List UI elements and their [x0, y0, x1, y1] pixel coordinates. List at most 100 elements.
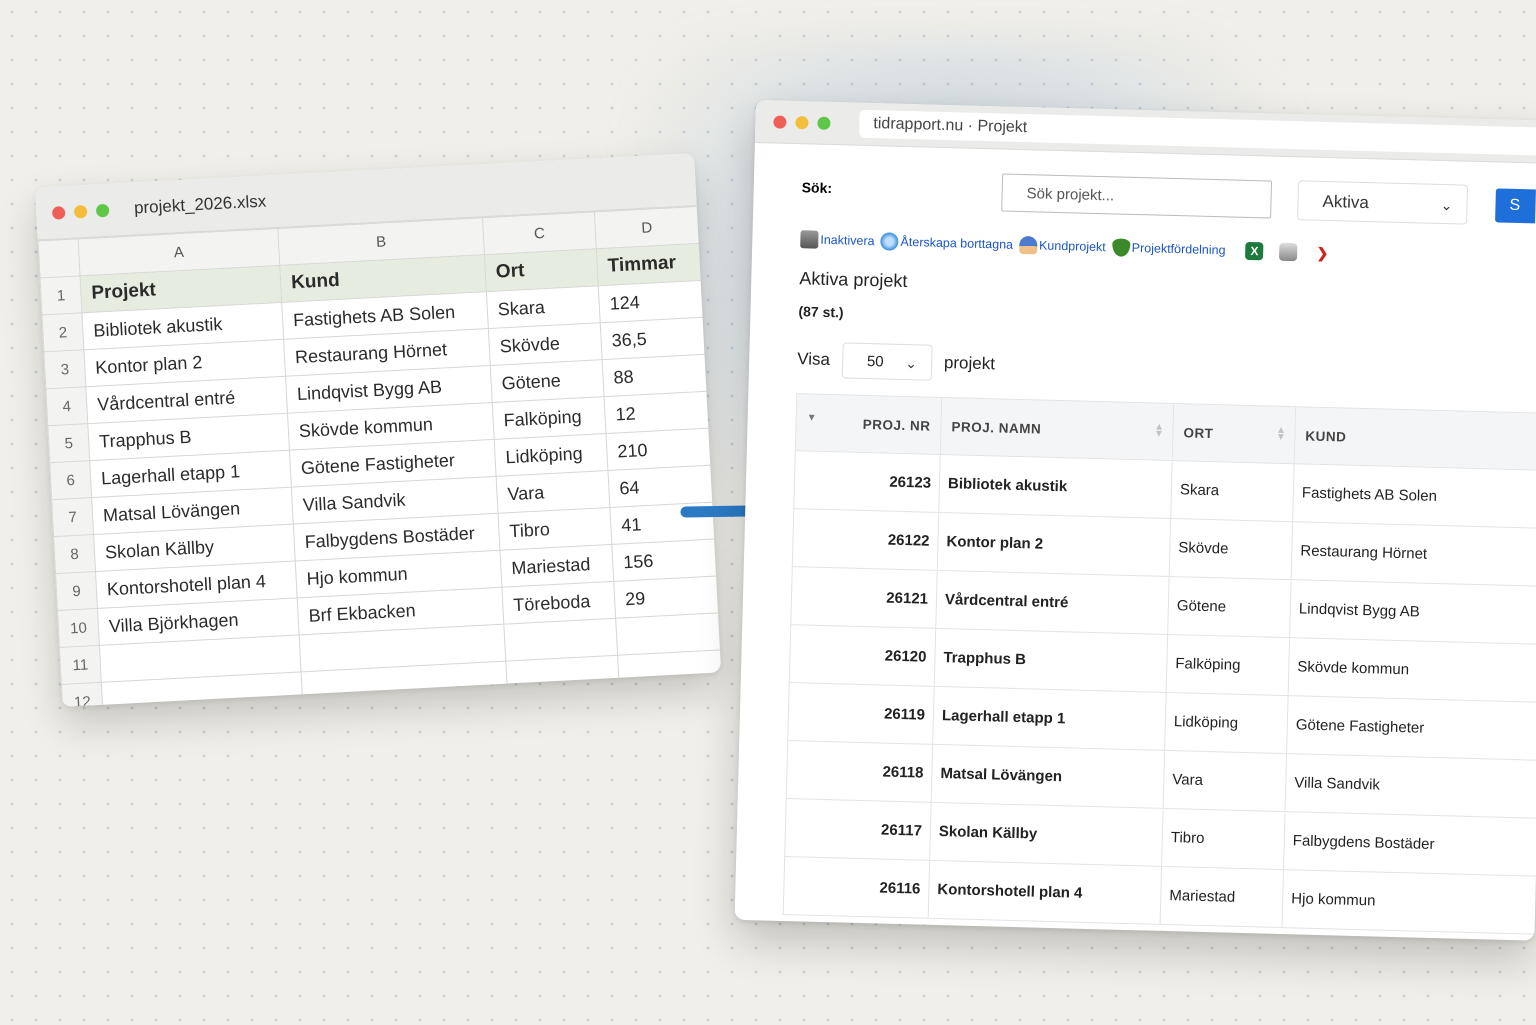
proj-namn-cell: Kontor plan 2: [937, 512, 1171, 577]
proj-namn-cell: Bibliotek akustik: [938, 454, 1173, 519]
proj-nr-cell: 26116: [783, 856, 930, 919]
column-header-proj-namn[interactable]: PROJ. NAMN ▲ ▼: [940, 397, 1174, 461]
spreadsheet-cell[interactable]: 12: [604, 391, 709, 434]
row-number[interactable]: 2: [42, 312, 84, 352]
inaktivera-link[interactable]: Inaktivera: [800, 230, 875, 250]
row-number[interactable]: 12: [61, 682, 104, 707]
action-toolbar: Inaktivera Återskapa borttagna Kundproje…: [800, 230, 1536, 268]
row-number[interactable]: 7: [51, 497, 94, 537]
column-header[interactable]: C: [482, 211, 597, 255]
row-number[interactable]: 6: [49, 460, 92, 500]
excel-icon[interactable]: X: [1245, 241, 1264, 261]
spreadsheet-cell[interactable]: [505, 655, 620, 699]
sort-desc-icon: ▼: [806, 412, 818, 424]
tool-label: Kundprojekt: [1038, 238, 1106, 255]
projektfordelning-link[interactable]: Projektfördelning: [1111, 238, 1226, 259]
row-number[interactable]: 4: [45, 386, 88, 426]
column-header-label: KUND: [1305, 427, 1347, 445]
browser-window: tidrapport.nu · Projekt Sök: Sök projekt…: [734, 100, 1536, 941]
search-label: Sök:: [801, 179, 833, 197]
kund-cell: Falbygdens Bostäder: [1283, 811, 1536, 877]
search-button[interactable]: S: [1495, 188, 1536, 224]
spreadsheet-cell[interactable]: 88: [602, 354, 707, 397]
spreadsheet-cell[interactable]: [617, 649, 722, 693]
status-select[interactable]: Aktiva ⌄: [1297, 180, 1469, 225]
spreadsheet-cell[interactable]: Tibro: [498, 507, 612, 551]
spreadsheet-cell[interactable]: [615, 612, 721, 656]
row-number[interactable]: 3: [43, 349, 86, 389]
kund-cell: Skövde kommun: [1288, 637, 1536, 703]
row-number[interactable]: 10: [57, 608, 100, 648]
proj-namn-cell: Skolan Källby: [929, 802, 1164, 867]
tool-label: Projektfördelning: [1131, 240, 1226, 258]
maximize-dot-icon[interactable]: [817, 116, 831, 130]
aterskapa-link[interactable]: Återskapa borttagna: [880, 232, 1013, 253]
proj-nr-cell: 26118: [786, 740, 933, 803]
kund-cell: Hjo kommun: [1282, 869, 1536, 935]
row-number[interactable]: 9: [55, 571, 98, 611]
page-size-row: Visa 50 ⌄ projekt: [797, 341, 1536, 397]
ort-cell: Götene: [1167, 576, 1292, 638]
column-header-label: PROJ. NR: [862, 416, 931, 434]
spreadsheet-cell[interactable]: Vara: [496, 470, 610, 514]
header-cell[interactable]: Timmar: [596, 243, 702, 286]
column-header-ort[interactable]: ORT ▲ ▼: [1172, 403, 1296, 464]
close-dot-icon[interactable]: [773, 114, 787, 129]
pdf-icon[interactable]: ❯: [1313, 243, 1332, 263]
header-cell[interactable]: Ort: [484, 248, 599, 292]
ort-cell: Skara: [1170, 460, 1295, 522]
row-number[interactable]: 8: [53, 534, 96, 574]
column-header-proj-nr[interactable]: ▼ PROJ. NR: [795, 393, 942, 455]
proj-nr-cell: 26119: [787, 682, 935, 745]
shield-icon: [1111, 238, 1130, 257]
tool-label: Inaktivera: [820, 232, 875, 249]
spreadsheet-cell[interactable]: Töreboda: [501, 581, 616, 625]
chevron-down-icon: ⌄: [904, 354, 918, 372]
spreadsheet-cell[interactable]: [503, 618, 618, 662]
column-header[interactable]: D: [594, 206, 700, 249]
column-header-kund[interactable]: KUND ▲▼: [1294, 406, 1536, 471]
maximize-dot-icon[interactable]: [95, 203, 110, 217]
spreadsheet-cell[interactable]: 36,5: [600, 317, 705, 360]
page-title: Aktiva projekt: [799, 268, 908, 292]
proj-namn-cell: Kontorshotell plan 4: [928, 860, 1162, 925]
row-number[interactable]: 1: [40, 275, 82, 315]
spreadsheet-cell[interactable]: Götene: [490, 359, 605, 403]
print-icon[interactable]: [1279, 242, 1298, 262]
sort-icon: ▲ ▼: [1153, 421, 1165, 440]
kundprojekt-link[interactable]: Kundprojekt: [1018, 235, 1106, 256]
trash-icon: [800, 230, 819, 249]
proj-namn-cell: Matsal Lövängen: [931, 744, 1165, 809]
minimize-dot-icon[interactable]: [73, 204, 88, 219]
ort-cell: Lidköping: [1164, 692, 1289, 754]
proj-namn-cell: Trapphus B: [934, 628, 1168, 693]
column-header-label: PROJ. NAMN: [951, 418, 1042, 437]
ort-cell: Falköping: [1166, 634, 1290, 696]
ort-cell: Vara: [1163, 750, 1287, 812]
spreadsheet-cell[interactable]: Mariestad: [499, 544, 614, 588]
page-content: Sök: Sök projekt... Aktiva ⌄ S Inaktiver…: [735, 143, 1536, 935]
spreadsheet-cell[interactable]: Skara: [486, 285, 601, 329]
spreadsheet-cell[interactable]: 29: [613, 575, 719, 619]
status-select-value: Aktiva: [1322, 191, 1370, 213]
spreadsheet-cell[interactable]: Skövde: [488, 322, 603, 366]
proj-nr-cell: 26121: [790, 566, 938, 629]
project-table: ▼ PROJ. NR PROJ. NAMN ▲▼ ORT ▲▼ KUND ▲▼: [783, 393, 1536, 935]
page-size-select[interactable]: 50 ⌄: [841, 342, 933, 381]
proj-nr-cell: 26122: [792, 508, 939, 571]
visa-suffix: projekt: [943, 353, 996, 374]
search-input[interactable]: Sök projekt...: [1001, 173, 1273, 219]
grid-corner[interactable]: [38, 238, 81, 278]
visa-label: Visa: [796, 349, 831, 370]
kund-cell: Fastighets AB Solen: [1292, 463, 1536, 529]
spreadsheet-cell[interactable]: 124: [598, 280, 704, 323]
proj-namn-cell: Vårdcentral entré: [935, 570, 1170, 635]
proj-nr-cell: 26120: [789, 624, 936, 687]
minimize-dot-icon[interactable]: [795, 115, 809, 129]
spreadsheet-cell[interactable]: Lidköping: [494, 433, 608, 477]
row-number[interactable]: 11: [59, 645, 102, 685]
row-number[interactable]: 5: [47, 423, 90, 463]
spreadsheet-cell[interactable]: Falköping: [492, 396, 606, 440]
close-dot-icon[interactable]: [51, 205, 66, 220]
sort-icon: ▲ ▼: [1275, 424, 1287, 443]
